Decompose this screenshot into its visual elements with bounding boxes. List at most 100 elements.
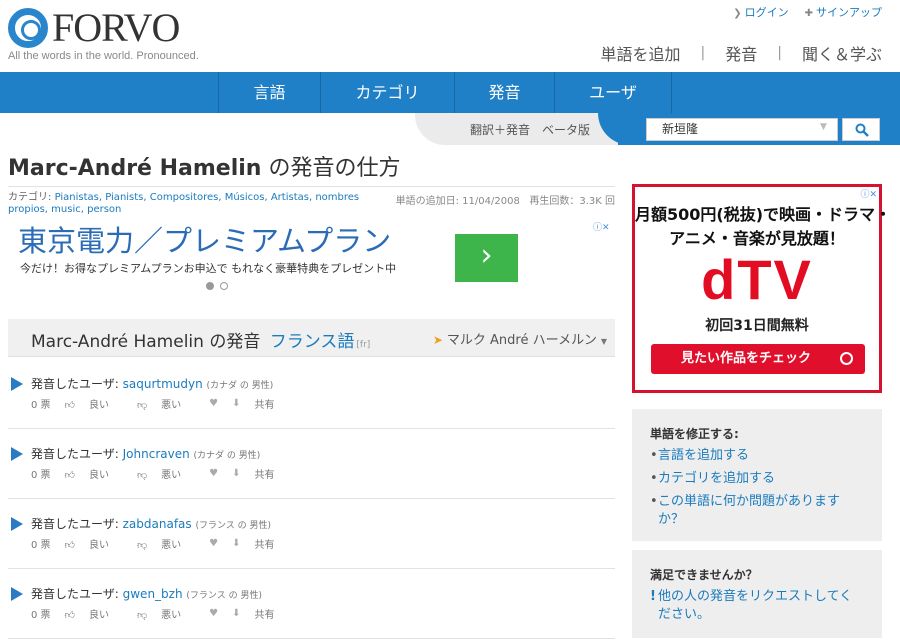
- download-icon[interactable]: ⬇: [232, 468, 240, 479]
- vote-good-label: 良い: [89, 470, 109, 481]
- carousel-dot[interactable]: [220, 282, 228, 290]
- share-button[interactable]: 共有: [255, 606, 275, 621]
- vote-bad-button[interactable]: 👎︎ 悪い: [137, 396, 195, 411]
- pronunciation-row: 発音したユーザ: gwen_bzh (フランス の 男性) 0 票 👍︎ 良い 👎︎ 悪い…: [8, 569, 615, 639]
- thumbs-up-icon: 👍︎: [64, 540, 75, 551]
- user-link[interactable]: saqurtmudyn: [123, 377, 203, 391]
- user-link[interactable]: gwen_bzh: [123, 587, 183, 601]
- tab-pronunciations[interactable]: 発音: [454, 72, 554, 113]
- download-icon[interactable]: ⬇: [232, 398, 240, 409]
- nav-separator: |: [777, 45, 782, 61]
- dtv-ad[interactable]: ⓘ✕ 月額500円(税抜)で映画・ドラマ・ アニメ・音楽が見放題！ dTV 初回…: [632, 184, 891, 393]
- nav-listen-learn[interactable]: 聞く＆学ぶ: [802, 41, 882, 65]
- favorite-icon[interactable]: ♥: [209, 538, 218, 549]
- categories: カテゴリ: Pianistas, Pianists, Compositores,…: [8, 192, 388, 216]
- request-box: 満足できませんか？ 他の人の発音をリクエストしてください。: [632, 550, 882, 638]
- pronunciation-header: Marc-André Hamelin の発音 フランス語 [fr] ➤ マルク An…: [8, 319, 615, 357]
- forvo-logo-icon: [8, 8, 48, 48]
- play-icon[interactable]: [11, 587, 23, 601]
- login-label: ログイン: [744, 6, 789, 19]
- top-nav: 単語を追加 | 発音 | 聞く＆学ぶ: [601, 41, 882, 65]
- pronunciation-actions: 0 票 👍︎ 良い 👎︎ 悪い ♥ ⬇ 共有: [31, 396, 289, 411]
- vote-count: 0 票: [31, 470, 51, 481]
- download-icon[interactable]: ⬇: [232, 608, 240, 619]
- tab-categories[interactable]: カテゴリ: [320, 72, 454, 113]
- title-suffix: の発音の仕方: [261, 156, 401, 181]
- plus-icon: ✚: [804, 8, 813, 19]
- nav-add-word[interactable]: 単語を追加: [601, 41, 681, 65]
- ad-close-icon[interactable]: ⓘ✕: [860, 187, 877, 200]
- vote-bad-label: 悪い: [161, 470, 182, 481]
- nav-pronounce[interactable]: 発音: [725, 41, 757, 65]
- heading-word: Marc-André Hamelin: [31, 332, 204, 352]
- pronunciation-row: 発音したユーザ: zabdanafas (フランス の 男性) 0 票 👍︎ 良い 👎︎…: [8, 499, 615, 569]
- vote-bad-button[interactable]: 👎︎ 悪い: [137, 536, 195, 551]
- favorite-icon[interactable]: ♥: [209, 398, 218, 409]
- pronounced-by: 発音したユーザ: zabdanafas (フランス の 男性): [31, 515, 271, 532]
- report-problem-link[interactable]: この単語に何か問題がありますか？: [650, 493, 864, 529]
- ad-close-icon[interactable]: ⓘ✕: [593, 220, 615, 233]
- language-link[interactable]: フランス語: [270, 332, 355, 352]
- login-link[interactable]: ❯ ログイン: [733, 4, 788, 20]
- transliteration-dropdown[interactable]: ➤ マルク André ハーメルン ▼: [433, 329, 607, 348]
- forvo-logo[interactable]: FORVO All the words in the world. Pronou…: [8, 6, 199, 66]
- play-icon[interactable]: [11, 517, 23, 531]
- categories-links[interactable]: Pianistas, Pianists, Compositores, Músic…: [8, 192, 359, 215]
- dtv-cta-button[interactable]: 見たい作品をチェック: [651, 344, 865, 374]
- top-ad-banner[interactable]: 東京電力／プレミアムプラン 今だけ！お得なプレミアムプランお申込で もれなく豪華…: [8, 218, 615, 298]
- ad-go-button[interactable]: ›: [455, 234, 518, 282]
- vote-bad-button[interactable]: 👎︎ 悪い: [137, 606, 195, 621]
- language-code: [fr]: [356, 340, 371, 350]
- signup-label: サインアップ: [816, 6, 882, 19]
- search-input[interactable]: 新垣隆: [646, 118, 838, 141]
- pronounced-by-label: 発音したユーザ:: [31, 587, 123, 601]
- logo-tagline: All the words in the world. Pronounced.: [8, 50, 199, 62]
- chevron-right-icon: ❯: [733, 8, 742, 19]
- date-added: 11/04/2008: [462, 196, 520, 207]
- carousel-dot[interactable]: [206, 282, 214, 290]
- heading-mid: の発音: [203, 332, 266, 352]
- vote-good-button[interactable]: 👍︎ 良い: [65, 606, 123, 621]
- pronunciation-actions: 0 票 👍︎ 良い 👎︎ 悪い ♥ ⬇ 共有: [31, 466, 289, 481]
- date-label: 単語の追加日:: [395, 196, 463, 207]
- signup-link[interactable]: ✚ サインアップ: [805, 4, 882, 20]
- vote-good-button[interactable]: 👍︎ 良い: [65, 466, 123, 481]
- tab-languages[interactable]: 言語: [218, 72, 320, 113]
- translate-beta-link[interactable]: 翻訳＋発音 ベータ版: [470, 121, 590, 138]
- share-button[interactable]: 共有: [255, 396, 275, 411]
- vote-good-button[interactable]: 👍︎ 良い: [65, 536, 123, 551]
- play-icon[interactable]: [11, 447, 23, 461]
- search-area: 新垣隆 ▼: [598, 113, 900, 145]
- pronounced-by: 発音したユーザ: Johncraven (カナダ の 男性): [31, 445, 260, 462]
- tab-users[interactable]: ユーザ: [554, 72, 672, 113]
- vote-bad-button[interactable]: 👎︎ 悪い: [137, 466, 195, 481]
- play-icon[interactable]: [11, 377, 23, 391]
- vote-bad-label: 悪い: [161, 610, 182, 621]
- share-button[interactable]: 共有: [255, 466, 275, 481]
- pronounced-by-label: 発音したユーザ:: [31, 517, 123, 531]
- user-link[interactable]: zabdanafas: [123, 517, 192, 531]
- search-row: 翻訳＋発音 ベータ版 新垣隆 ▼: [0, 113, 900, 145]
- download-icon[interactable]: ⬇: [232, 538, 240, 549]
- vote-good-button[interactable]: 👍︎ 良い: [65, 396, 123, 411]
- search-dropdown-icon[interactable]: ▼: [820, 122, 827, 132]
- share-button[interactable]: 共有: [255, 536, 275, 551]
- ad-title: 東京電力／プレミアムプラン: [18, 226, 392, 258]
- add-category-link[interactable]: カテゴリを追加する: [650, 470, 864, 488]
- favorite-icon[interactable]: ♥: [209, 608, 218, 619]
- add-language-link[interactable]: 言語を追加する: [650, 447, 864, 465]
- ad-subtitle: 今だけ！お得なプレミアムプランお申込で もれなく豪華特典をプレゼント中: [20, 262, 397, 275]
- request-pronunciation-link[interactable]: 他の人の発音をリクエストしてください。: [650, 588, 864, 624]
- nav-separator: |: [700, 45, 706, 61]
- search-button[interactable]: [842, 118, 880, 141]
- vote-bad-label: 悪い: [161, 400, 182, 411]
- fix-word-box: 単語を修正する: 言語を追加する カテゴリを追加する この単語に何か問題がありま…: [632, 409, 882, 541]
- user-link[interactable]: Johncraven: [123, 447, 190, 461]
- pronounced-by: 発音したユーザ: gwen_bzh (フランス の 男性): [31, 585, 262, 602]
- transliteration-icon: ➤: [432, 333, 443, 347]
- pronunciation-row: 発音したユーザ: Johncraven (カナダ の 男性) 0 票 👍︎ 良い 👎︎ 悪…: [8, 429, 615, 499]
- main-nav-bar: 言語 カテゴリ 発音 ユーザ: [0, 72, 900, 113]
- fix-word-title: 単語を修正する:: [650, 427, 739, 441]
- categories-label: カテゴリ:: [8, 192, 55, 203]
- favorite-icon[interactable]: ♥: [209, 468, 218, 479]
